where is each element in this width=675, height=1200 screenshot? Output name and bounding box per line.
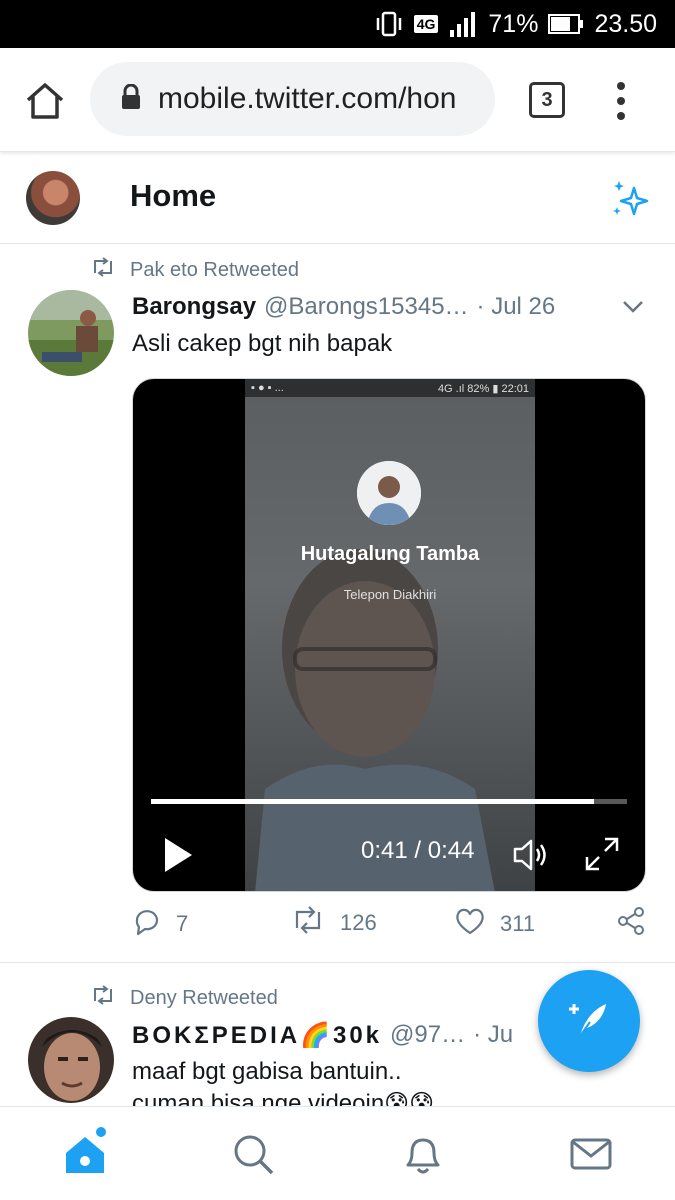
clock: 23.50 [594,9,657,38]
tweet-text: maaf bgt gabisa bantuin.. cuman bisa nge… [132,1056,434,1106]
tweet-text-line: cuman bisa nge videoin😰😰 [132,1090,435,1106]
nav-search-icon[interactable] [230,1131,276,1177]
author-name[interactable]: BOKΣPEDIA🌈30k [132,1021,382,1050]
retweet-small-icon [90,985,116,1011]
address-bar[interactable]: mobile.twitter.com/hon [90,62,495,136]
tweet-header: Barongsay @Barongs15345… · Jul 26 [132,293,555,321]
browser-menu-icon[interactable] [606,78,636,124]
bottom-navigation [0,1106,675,1200]
caller-avatar [357,461,421,525]
tweet-header: BOKΣPEDIA🌈30k @97… · Ju [132,1021,513,1050]
status-bar: 4G 71% 23.50 [0,0,675,48]
video-frame: ▪ ● ▪ ... 4G .ıl 82% ▮ 22:01 Hutagalung … [245,379,535,891]
video-progress-fill [151,799,594,804]
nav-notifications-icon[interactable] [400,1131,446,1177]
tweet-text-line: maaf bgt gabisa bantuin.. [132,1058,402,1085]
video-progress-bar[interactable] [151,799,627,804]
author-name[interactable]: Barongsay [132,293,256,321]
tweet-author-avatar[interactable] [28,1017,114,1103]
vibrate-icon [374,9,404,39]
profile-avatar[interactable] [26,171,80,225]
retweeted-by-text: Pak eto Retweeted [130,258,299,281]
fullscreen-icon[interactable] [583,835,621,873]
reply-icon [132,906,162,942]
video-time: 0:41 / 0:44 [361,837,475,864]
tweet-actions: 7 126 311 [132,906,652,950]
retweet-context: Deny Retweeted [90,985,278,1011]
page-title: Home [130,178,217,213]
battery-icon [548,13,584,35]
heart-icon [454,906,486,942]
share-action[interactable] [616,906,646,942]
tab-switcher-button[interactable]: 3 [529,82,565,118]
nav-home-icon[interactable] [62,1131,108,1177]
compose-tweet-button[interactable] [538,970,640,1072]
chevron-down-icon[interactable] [622,300,644,314]
video-player[interactable]: ▪ ● ▪ ... 4G .ıl 82% ▮ 22:01 Hutagalung … [132,378,646,892]
tweet-divider [0,962,675,963]
network-type: 4G [413,15,439,33]
retweeted-by-text: Deny Retweeted [130,986,278,1009]
caller-name: Hutagalung Tamba [300,543,480,565]
retweet-count: 126 [340,910,377,935]
retweet-action[interactable]: 126 [290,906,377,940]
tweet-author-avatar[interactable] [28,290,114,376]
compose-feather-icon [566,996,612,1047]
nav-messages-icon[interactable] [568,1131,614,1177]
play-icon[interactable] [161,835,195,875]
video-status-right: 4G .ıl 82% ▮ 22:01 [437,382,529,395]
volume-icon[interactable] [511,835,551,875]
tweet-date[interactable]: · Ju [473,1021,513,1050]
share-icon [616,906,646,942]
retweet-small-icon [90,257,116,283]
lock-icon [120,83,142,115]
call-state: Telepon Diakhiri [343,587,437,602]
battery-percent: 71% [488,9,539,38]
tweet-text: Asli cakep bgt nih bapak [132,330,393,357]
author-handle[interactable]: @97… [390,1021,465,1050]
like-count: 311 [500,911,536,936]
browser-toolbar: mobile.twitter.com/hon 3 [0,48,675,152]
reply-count: 7 [176,911,189,936]
retweet-icon [290,906,326,940]
twitter-header: Home [0,152,675,244]
sparkle-icon[interactable] [610,178,652,220]
home-notification-dot [96,1127,106,1137]
author-handle[interactable]: @Barongs15345… [264,293,469,321]
video-phone-status-bar: ▪ ● ▪ ... 4G .ıl 82% ▮ 22:01 [245,379,535,397]
like-action[interactable]: 311 [454,906,535,942]
tweet-date[interactable]: · Jul 26 [477,293,556,321]
retweet-context: Pak eto Retweeted [90,257,299,283]
signal-icon [448,10,478,38]
reply-action[interactable]: 7 [132,906,188,942]
browser-home-icon[interactable] [22,78,68,124]
url-text: mobile.twitter.com/hon [158,82,457,115]
video-status-left: ▪ ● ▪ ... [251,382,284,394]
